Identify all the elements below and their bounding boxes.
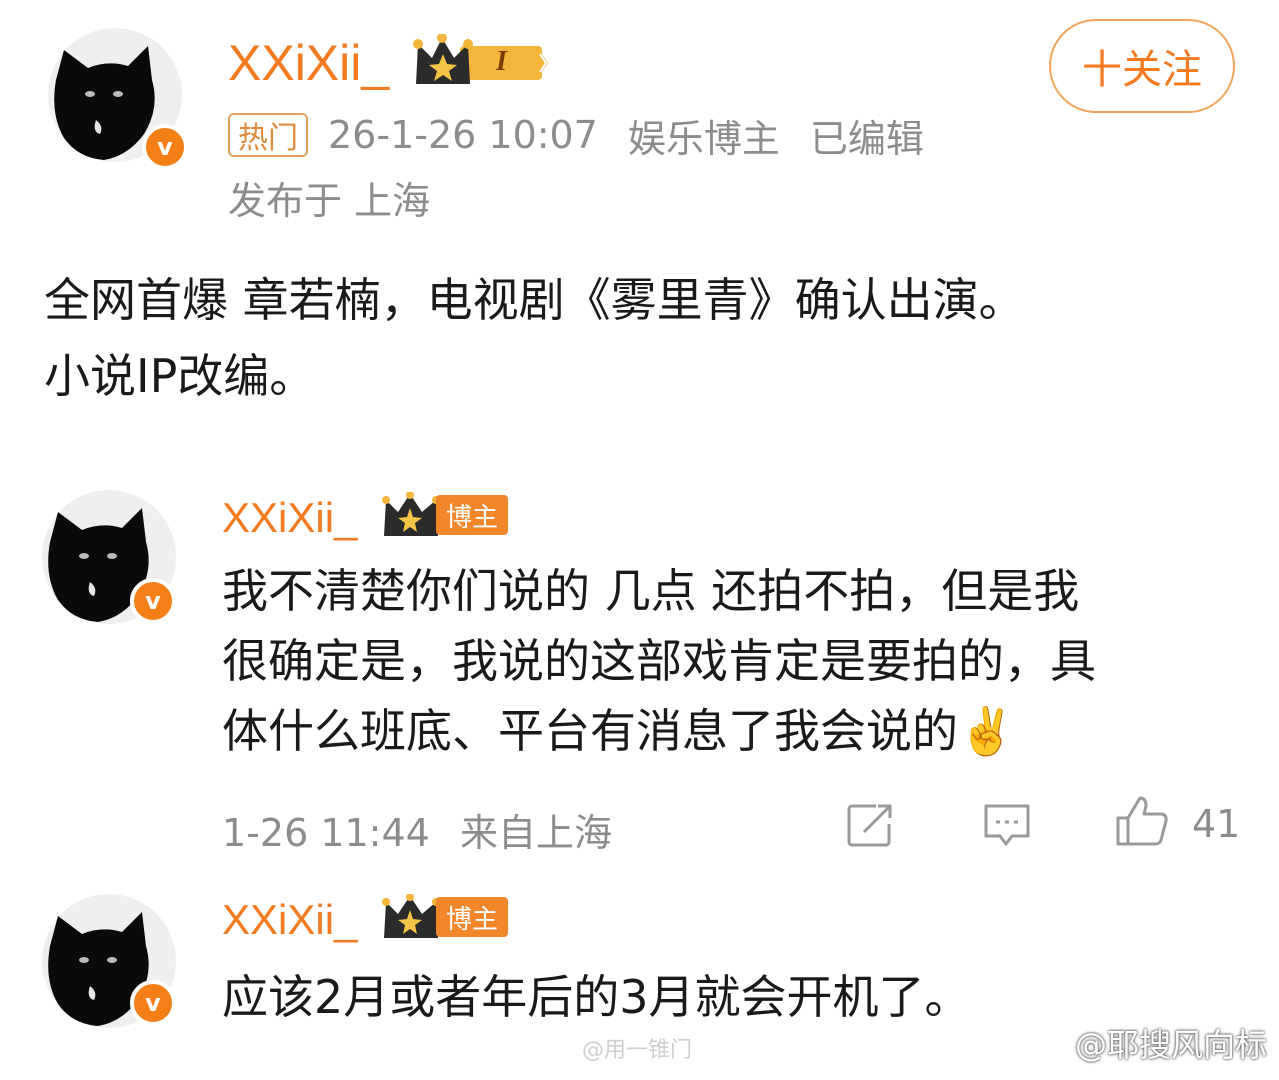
follow-button[interactable]: 十关注 [1049,19,1235,113]
thumbs-up-icon[interactable] [1114,794,1170,848]
post-body-line: 全网首爆 章若楠，电视剧《雾里青》确认出演。 [44,273,1025,327]
watermark-right: @耶搜风向标 [1074,1026,1267,1064]
post-meta: 热门 26-1-26 10:07 娱乐博主 已编辑 [228,112,924,161]
post-timestamp: 26-1-26 10:07 [328,113,598,157]
crown-level-badge: I [412,34,552,90]
comment-line: 我不清楚你们说的 几点 还拍不拍，但是我 [222,564,1080,618]
edited-label[interactable]: 已编辑 [810,108,924,163]
hot-tag[interactable]: 热门 [228,113,308,157]
post-body: 全网首爆 章若楠，电视剧《雾里青》确认出演。 小说IP改编。 [44,262,1244,414]
comment-line: 应该2月或者年后的3月就会开机了。 [222,970,971,1024]
blogger-tag: 博主 [436,495,509,535]
comment-icon[interactable] [982,802,1032,850]
comment-line: 体什么班底、平台有消息了我会说的✌️ [222,704,1016,758]
verified-badge-icon: v [130,578,176,624]
crown-icon [382,492,440,536]
verified-badge-icon: v [142,124,188,170]
comment-timestamp: 1-26 11:44 [222,811,430,855]
share-icon[interactable] [846,802,896,848]
commenter-avatar[interactable]: v [42,894,176,1028]
post-body-line: 小说IP改编。 [44,349,316,403]
follow-label: 十关注 [1082,47,1202,93]
blogger-tag: 博主 [436,897,509,937]
post-location: 发布于 上海 [228,179,431,223]
crown-icon [382,894,440,938]
author-category: 娱乐博主 [627,116,780,161]
blogger-badge: 博主 [380,894,509,940]
comment-line: 很确定是，我说的这部戏肯定是要拍的，具 [222,634,1096,688]
author-avatar[interactable]: v [48,28,188,170]
comment-meta: 1-26 11:44 来自上海 [222,802,612,857]
weibo-post-page: v XXiXii_ I 十关注 热门 26-1-26 10:07 娱乐博主 已编… [0,0,1279,1080]
verified-badge-icon: v [130,980,176,1026]
blogger-badge: 博主 [380,492,509,538]
commenter-avatar[interactable]: v [42,490,176,624]
crown-icon [413,34,548,84]
comment-location: 来自上海 [459,811,612,855]
author-name[interactable]: XXiXii_ [228,34,389,92]
level-number: I [496,46,507,77]
commenter-name[interactable]: XXiXii_ [222,494,357,542]
commenter-name[interactable]: XXiXii_ [222,896,357,944]
like-count: 41 [1192,802,1241,846]
comment-text: 我不清楚你们说的 几点 还拍不拍，但是我 很确定是，我说的这部戏肯定是要拍的，具… [222,556,1096,766]
comment-text: 应该2月或者年后的3月就会开机了。 [222,962,971,1032]
watermark-center: @用一锥门 [582,1038,693,1063]
